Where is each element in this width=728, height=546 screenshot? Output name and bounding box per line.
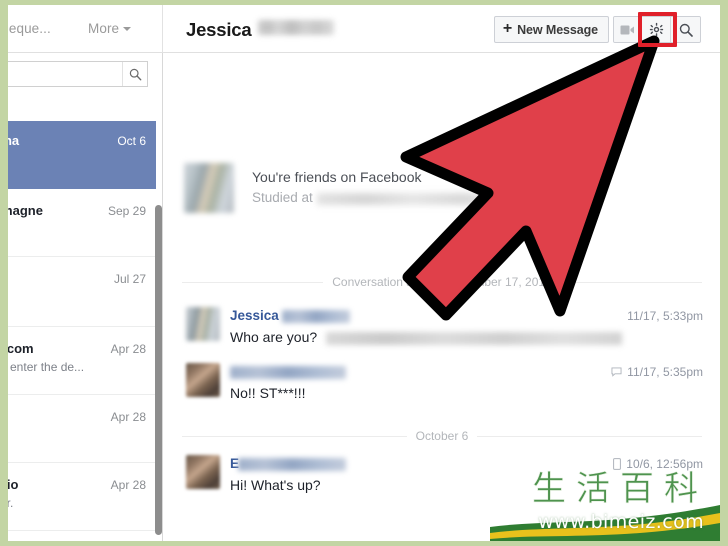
conversation-date: Sep 29: [107, 204, 146, 218]
message-timestamp: 10/6, 12:56pm: [613, 457, 703, 471]
message-sender[interactable]: Jessica: [230, 308, 279, 323]
search-icon[interactable]: [122, 62, 147, 86]
conversation-snippet: se enter the de...: [8, 360, 85, 374]
message-text: Hi! What's up?: [230, 477, 321, 493]
nav-requests[interactable]: Reque...: [8, 21, 51, 36]
list-item[interactable]: rmagne Sep 29: [8, 189, 156, 257]
friend-education-label: Studied at: [252, 190, 313, 205]
settings-gear-button[interactable]: [642, 17, 671, 42]
header-icon-group: [613, 16, 701, 43]
list-item[interactable]: alio Apr 28 ker.: [8, 463, 156, 531]
new-message-label: New Message: [517, 22, 598, 37]
list-item[interactable]: s.com Apr 28 se enter the de...: [8, 327, 156, 395]
video-camera-icon: [620, 25, 634, 34]
chevron-down-icon: [123, 27, 132, 31]
header-search-button[interactable]: [671, 17, 700, 42]
search-icon: [679, 23, 693, 37]
message-pane: You're friends on Facebook Studied at Co…: [164, 53, 720, 541]
list-item[interactable]: una Oct 6: [8, 121, 156, 189]
top-bar: Reque... More Jessica + New Message: [8, 5, 720, 53]
message-text: No!! ST***!!!: [230, 385, 306, 401]
message-text-blurred: [326, 332, 622, 345]
left-nav: Reque... More: [8, 5, 163, 53]
timestamp-label: 10/6, 12:56pm: [626, 457, 703, 471]
new-message-button[interactable]: + New Message: [493, 16, 609, 43]
conversation-date: Apr 28: [110, 478, 146, 492]
nav-more[interactable]: More: [88, 21, 132, 36]
conversation-start-separator: Conversation started November 17, 2015: [164, 275, 720, 289]
message-timestamp: 11/17, 5:35pm: [611, 365, 703, 379]
conversation-date: Apr 28: [110, 342, 146, 356]
sidebar-search[interactable]: [8, 61, 148, 87]
conversation-date: Jul 27: [113, 272, 146, 286]
avatar: [184, 163, 234, 213]
video-call-button[interactable]: [614, 17, 642, 42]
avatar: [186, 455, 220, 489]
separator-label: October 6: [406, 429, 478, 443]
message-sender-blurred: [282, 310, 350, 323]
thread-name: Jessica: [186, 19, 252, 40]
message-sender-blurred: [238, 458, 346, 471]
conversation-name: alio: [8, 477, 19, 492]
conversation-sidebar: una Oct 6 rmagne Sep 29 Jul 27 s.com Apr…: [8, 53, 163, 541]
message-text: Who are you?: [230, 329, 318, 345]
message-timestamp: 11/17, 5:33pm: [627, 309, 703, 323]
conversation-snippet: ker.: [8, 496, 14, 510]
timestamp-label: 11/17, 5:35pm: [627, 365, 703, 379]
separator-label: Conversation started November 17, 2015: [323, 275, 561, 289]
message-row: E Hi! What's up? 10/6, 12:56pm: [164, 455, 720, 511]
green-frame: Reque... More Jessica + New Message: [0, 0, 728, 546]
thread-name-blurred: [258, 20, 335, 35]
avatar: [186, 307, 220, 341]
sidebar-scrollbar[interactable]: [155, 205, 162, 535]
conversation-date: Apr 28: [110, 410, 146, 424]
avatar: [186, 363, 220, 397]
conversation-name: rmagne: [8, 203, 43, 218]
plus-icon: +: [502, 19, 513, 37]
screenshot-content: Reque... More Jessica + New Message: [8, 5, 720, 541]
friend-education-blurred: [317, 193, 509, 205]
timestamp-label: 11/17, 5:33pm: [627, 309, 703, 323]
friend-info-block: You're friends on Facebook Studied at: [184, 158, 704, 228]
conversation-name: una: [8, 133, 20, 148]
header-actions: + New Message: [493, 16, 701, 43]
date-separator: October 6: [164, 429, 720, 443]
message-sender-blurred: [230, 366, 346, 379]
conversation-date: Oct 6: [117, 134, 146, 148]
conversation-name: s.com: [8, 341, 34, 356]
list-item[interactable]: Apr 28: [8, 395, 156, 463]
mobile-phone-icon: [613, 458, 622, 470]
gear-icon: [649, 22, 663, 37]
chat-bubble-icon: [611, 367, 622, 377]
list-item[interactable]: Jul 27: [8, 257, 156, 327]
nav-more-label: More: [88, 21, 120, 36]
page-title: Jessica: [186, 19, 335, 41]
friend-status-text: You're friends on Facebook: [252, 169, 422, 185]
message-row: No!! ST***!!! 11/17, 5:35pm: [164, 363, 720, 419]
message-row: Jessica Who are you? 11/17, 5:33pm: [164, 307, 720, 365]
